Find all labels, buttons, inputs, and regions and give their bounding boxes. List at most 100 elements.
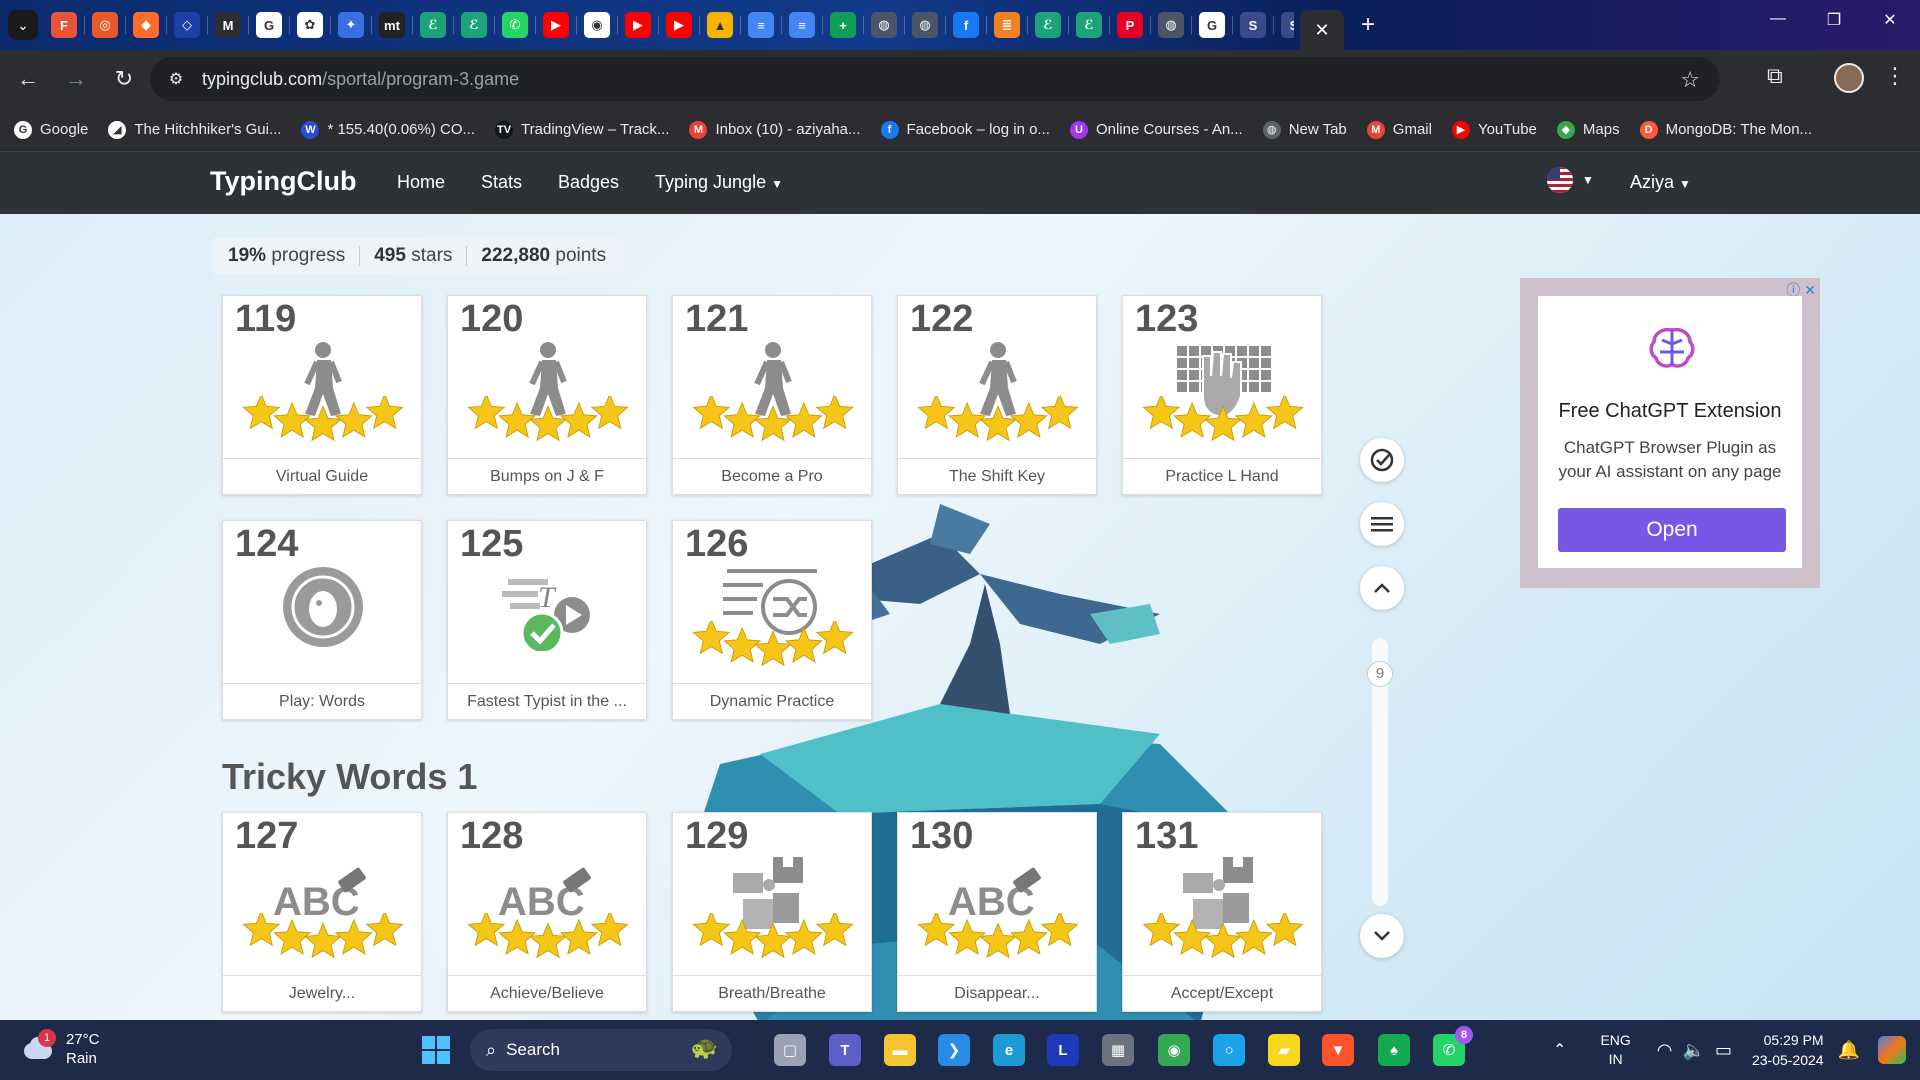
wifi-icon[interactable]: ◠	[1657, 1040, 1673, 1061]
bookmark-item[interactable]: D MongoDB: The Mon...	[1639, 120, 1812, 139]
lesson-card[interactable]: 131 Accept/Except	[1122, 812, 1322, 1012]
lesson-card[interactable]: 128 ABC Achieve/Believe	[447, 812, 647, 1012]
bookmark-item[interactable]: M Gmail	[1366, 120, 1432, 139]
scroll-up-button[interactable]	[1360, 566, 1404, 610]
cortana-icon[interactable]: ○	[1213, 1034, 1245, 1066]
nav-stats[interactable]: Stats	[481, 172, 522, 193]
lesson-card[interactable]: 127 ABC Jewelry...	[222, 812, 422, 1012]
back-button[interactable]: ←	[8, 59, 48, 99]
bookmark-star-icon[interactable]: ☆	[1680, 67, 1700, 93]
active-tab-close-button[interactable]: ✕	[1300, 10, 1344, 50]
restore-button[interactable]: ❐	[1814, 10, 1854, 30]
lesson-card[interactable]: 123 Practice L Hand	[1122, 295, 1322, 495]
scroll-down-button[interactable]	[1360, 914, 1404, 958]
tab-globe-icon[interactable]: ◍	[871, 12, 897, 38]
minimize-button[interactable]: —	[1758, 10, 1798, 28]
calculator-icon[interactable]: ▦	[1102, 1034, 1134, 1066]
close-window-button[interactable]: ✕	[1870, 10, 1910, 30]
tab-gmail-icon[interactable]: M	[215, 12, 241, 38]
tab-globe-icon[interactable]: ◍	[912, 12, 938, 38]
nav-typing-jungle[interactable]: Typing Jungle ▼	[655, 172, 783, 193]
nav-badges[interactable]: Badges	[558, 172, 619, 193]
tab-youtube-icon[interactable]: ▶	[543, 12, 569, 38]
bookmark-item[interactable]: f Facebook – log in o...	[880, 120, 1050, 139]
lesson-card[interactable]: 125 T Fastest Typist in the ...	[447, 520, 647, 720]
tab-gemini-icon[interactable]: ✦	[338, 12, 364, 38]
lesson-card[interactable]: 130 ABC Disappear...	[897, 812, 1097, 1012]
tab-google-icon[interactable]: G	[256, 12, 282, 38]
lesson-card[interactable]: 120 Bumps on J & F	[447, 295, 647, 495]
windows-start-button[interactable]	[420, 1034, 452, 1066]
page-number-indicator[interactable]: 9	[1367, 661, 1393, 687]
sticky-notes-icon[interactable]: ▰	[1268, 1034, 1300, 1066]
browser-menu-icon[interactable]: ⋮	[1884, 63, 1906, 89]
weather-widget[interactable]: 1 27°C Rain	[20, 1029, 100, 1068]
site-info-icon[interactable]: ⚙	[160, 63, 192, 95]
lesson-card[interactable]: 129 Breath/Breathe	[672, 812, 872, 1012]
lesson-card[interactable]: 124 Play: Words	[222, 520, 422, 720]
volume-icon[interactable]: 🔈	[1683, 1040, 1705, 1061]
bookmark-item[interactable]: G Google	[14, 120, 88, 139]
user-menu[interactable]: Aziya ▼	[1630, 172, 1691, 193]
teams-icon[interactable]: T	[829, 1034, 861, 1066]
task-view-icon[interactable]: ▢	[774, 1034, 806, 1066]
tab-stackoverflow-icon[interactable]: ≣	[994, 12, 1020, 38]
bookmark-item[interactable]: U Online Courses - An...	[1069, 120, 1243, 139]
nav-home[interactable]: Home	[397, 172, 445, 193]
tab-facebook-icon[interactable]: f	[953, 12, 979, 38]
bookmark-item[interactable]: M Inbox (10) - aziyaha...	[689, 120, 861, 139]
clock[interactable]: 05:29 PM 23-05-2024	[1752, 1030, 1824, 1070]
tab-chatgpt-icon[interactable]: ✿	[297, 12, 323, 38]
tab-site-icon[interactable]: ℰ	[461, 12, 487, 38]
tab-figma-icon[interactable]: F	[51, 12, 77, 38]
mongodb-compass-icon[interactable]: ♠	[1378, 1034, 1410, 1066]
lesson-card[interactable]: 122 The Shift Key	[897, 295, 1097, 495]
tab-site-icon[interactable]: ◇	[174, 12, 200, 38]
tab-site-icon[interactable]: ℰ	[420, 12, 446, 38]
lesson-card[interactable]: 126 Dynamic Practice	[672, 520, 872, 720]
copilot-icon[interactable]	[1878, 1036, 1906, 1064]
chevron-up-icon[interactable]: ⌃	[1553, 1040, 1566, 1060]
tab-mt-icon[interactable]: mt	[379, 12, 405, 38]
notification-bell-icon[interactable]: 🔔	[1838, 1040, 1860, 1061]
tab-site-icon[interactable]: ◎	[92, 12, 118, 38]
forward-button[interactable]: →	[56, 59, 96, 99]
edge-icon[interactable]: e	[993, 1034, 1025, 1066]
battery-icon[interactable]: ▭	[1715, 1040, 1732, 1061]
tab-site-icon[interactable]: ℰ	[1076, 12, 1102, 38]
bookmark-item[interactable]: ▶ YouTube	[1451, 120, 1537, 139]
app-l-icon[interactable]: L	[1047, 1034, 1079, 1066]
tab-globe-icon[interactable]: ◍	[1158, 12, 1184, 38]
extensions-icon[interactable]: ⧉	[1767, 63, 1783, 89]
language-indicator[interactable]: ENG IN	[1600, 1031, 1630, 1069]
taskbar-search[interactable]: ⌕ Search 🐢	[470, 1029, 732, 1071]
profile-avatar[interactable]	[1834, 63, 1864, 93]
tab-docs-icon[interactable]: ≡	[789, 12, 815, 38]
chrome-icon[interactable]: ◉	[1158, 1034, 1190, 1066]
tab-docs-icon[interactable]: ≡	[748, 12, 774, 38]
vscode-icon[interactable]: ❯	[938, 1034, 970, 1066]
menu-button[interactable]	[1360, 502, 1404, 546]
whatsapp-icon[interactable]: ✆ 8	[1433, 1026, 1473, 1066]
tab-whatsapp-icon[interactable]: ✆	[502, 12, 528, 38]
brave-icon[interactable]: ▼	[1322, 1034, 1354, 1066]
tab-drive-icon[interactable]: ▲	[707, 12, 733, 38]
tab-search-button[interactable]: ⌄	[8, 10, 38, 40]
tab-pinterest-icon[interactable]: P	[1117, 12, 1143, 38]
bookmark-item[interactable]: ◍ New Tab	[1262, 120, 1347, 139]
tab-github-icon[interactable]: ◉	[584, 12, 610, 38]
tab-site-icon[interactable]: ◆	[133, 12, 159, 38]
tab-youtube-icon[interactable]: ▶	[625, 12, 651, 38]
bookmark-item[interactable]: W * 155.40(0.06%) CO...	[301, 120, 475, 139]
tab-site-icon[interactable]: S	[1240, 12, 1266, 38]
address-bar[interactable]: ⚙ typingclub.com/sportal/program-3.game …	[150, 57, 1720, 101]
tab-site-icon[interactable]: S	[1281, 12, 1294, 38]
bookmark-item[interactable]: ◆ Maps	[1556, 120, 1620, 139]
bookmark-item[interactable]: TV TradingView – Track...	[495, 120, 669, 139]
bookmark-item[interactable]: ◢ The Hitchhiker's Gui...	[108, 120, 281, 139]
lesson-card[interactable]: 119 Virtual Guide	[222, 295, 422, 495]
tab-sheets-icon[interactable]: +	[830, 12, 856, 38]
file-explorer-icon[interactable]: ▬	[884, 1034, 916, 1066]
tab-google-icon[interactable]: G	[1199, 12, 1225, 38]
reload-button[interactable]: ↻	[104, 59, 144, 99]
